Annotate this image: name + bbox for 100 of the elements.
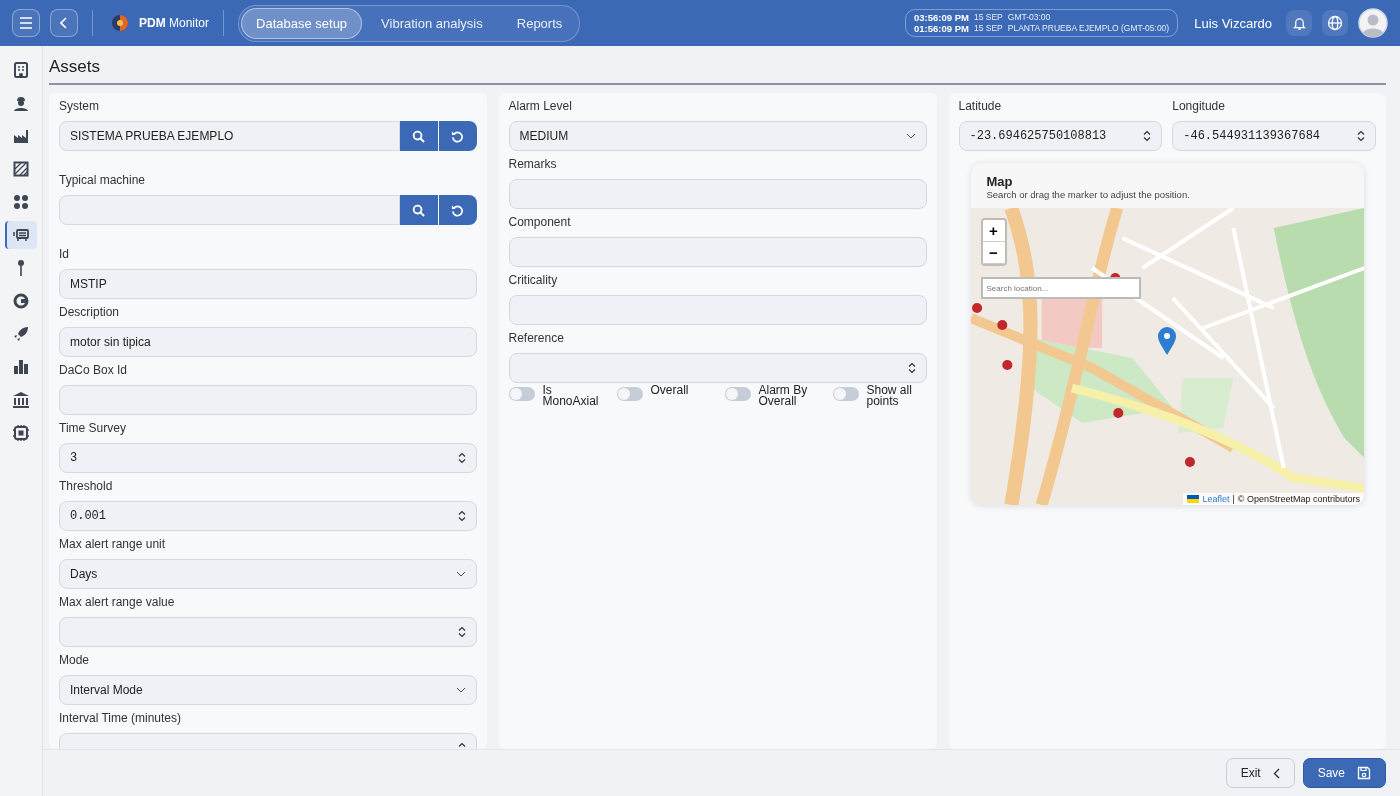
chevron-left-icon [60,17,68,29]
rocket-icon [12,325,30,343]
machine-icon [13,226,31,244]
nav-tab[interactable]: Reports [501,7,578,39]
number-field[interactable] [508,353,927,383]
flag-icon [1187,495,1200,503]
app-title: PDM Monitor [139,16,210,30]
field-label: Latitude [958,99,1003,113]
text-field[interactable] [508,295,927,325]
location-search-field[interactable]: Search location... [980,277,1141,299]
bell-icon [1291,15,1307,31]
building-icon [12,61,30,79]
text-field[interactable]: motor sin tipica [59,327,477,357]
spinner-icon [457,510,466,522]
field-label: System [59,99,100,113]
number-field[interactable]: 3 [59,443,477,473]
globe-icon [1327,15,1343,31]
field-label: Alarm Level [508,99,573,113]
field-label: Remarks [508,157,558,171]
attribution-separator: | [1232,494,1235,504]
toggle-label: Alarm By Overall [758,385,809,407]
sidebar-item[interactable] [5,221,37,249]
reset-icon [451,203,464,217]
spinner-icon [1143,130,1152,142]
menu-icon [19,17,33,29]
clock-zone: PLANTA PRUEBA EJEMPLO (GMT-05:00) [1007,23,1170,34]
field-label: Component [508,215,572,229]
factory-icon [12,127,30,145]
save-button[interactable]: Save [1302,758,1386,788]
chevron-down-icon [455,571,466,577]
lookup-field[interactable]: SISTEMA PRUEBA EJEMPLO [59,121,400,151]
toggle-switch[interactable] [508,387,535,401]
chevron-down-icon [455,687,466,693]
clock-time: 03:56:09 PM [914,12,969,23]
menu-button[interactable] [12,9,40,37]
clock-zone: GMT-03:00 [1007,12,1051,23]
reset-icon [451,129,464,143]
nav-tab[interactable]: Vibration analysis [366,7,498,39]
save-icon [1357,766,1371,780]
field-label: Id [59,247,70,261]
spinner-icon [457,452,466,464]
leaflet-link[interactable]: Leaflet [1202,494,1230,504]
spinner-icon [457,626,466,638]
field-label: Max alert range unit [59,537,167,551]
search-icon [412,203,425,217]
reset-button[interactable] [438,121,477,151]
text-field[interactable] [508,179,927,209]
zoom-out-button[interactable]: − [982,242,1005,264]
field-label: Max alert range value [59,595,176,609]
map-subtitle: Search or drag the marker to adjust the position. [986,189,1191,200]
field-label: Interval Time (minutes) [59,711,183,725]
back-button[interactable] [50,9,78,37]
exit-button[interactable]: Exit [1225,758,1295,788]
zoom-in-button[interactable]: + [982,220,1005,242]
bar-chart-icon [12,358,30,376]
field-label: Description [59,305,121,319]
select-field[interactable]: MEDIUM [508,121,927,151]
search-button[interactable] [399,195,438,225]
hatched-square-icon [12,160,30,178]
chip-icon [12,424,30,442]
number-field[interactable] [59,617,477,647]
field-label: Threshold [59,479,114,493]
spinner-icon [907,362,916,374]
attribution-text: © OpenStreetMap contributors [1237,494,1360,504]
select-field[interactable]: Days [59,559,477,589]
clock-date: 15 SEP [973,12,1003,23]
bank-icon [12,391,30,409]
clock-date: 15 SEP [973,23,1003,34]
page-title: Assets [49,46,1386,85]
toggle-switch[interactable] [832,387,859,401]
field-label: Criticality [508,273,559,287]
search-icon [412,129,425,143]
logo-icon [111,14,129,32]
user-name: Luis Vizcardo [1194,15,1272,31]
text-field[interactable] [59,385,477,415]
field-label: Time Survey [59,421,127,435]
toggle-switch[interactable] [724,387,751,401]
toggle-switch[interactable] [616,387,643,401]
language-button[interactable] [1322,10,1348,36]
clock-time: 01:56:09 PM [914,23,969,34]
avatar-icon[interactable] [1358,8,1388,38]
field-label: Typical machine [59,173,147,187]
search-button[interactable] [399,121,438,151]
field-label: Longitude [1172,99,1226,113]
notifications-button[interactable] [1286,10,1312,36]
number-field[interactable]: -46.544931139367684 [1172,121,1376,151]
chevron-left-icon [1272,767,1280,779]
map-marker-icon[interactable] [1156,326,1177,356]
number-field[interactable]: 0.001 [59,501,477,531]
select-field[interactable]: Interval Mode [59,675,477,705]
text-field[interactable] [508,237,927,267]
worker-icon [12,94,30,112]
field-label: Reference [508,331,565,345]
lookup-field[interactable] [59,195,400,225]
toggle-label: Is MonoAxial [542,385,600,407]
number-field[interactable]: -23.694625750108813 [958,121,1163,151]
text-field[interactable]: MSTIP [59,269,477,299]
field-label: DaCo Box Id [59,363,129,377]
chevron-down-icon [905,133,916,139]
reset-button[interactable] [438,195,477,225]
